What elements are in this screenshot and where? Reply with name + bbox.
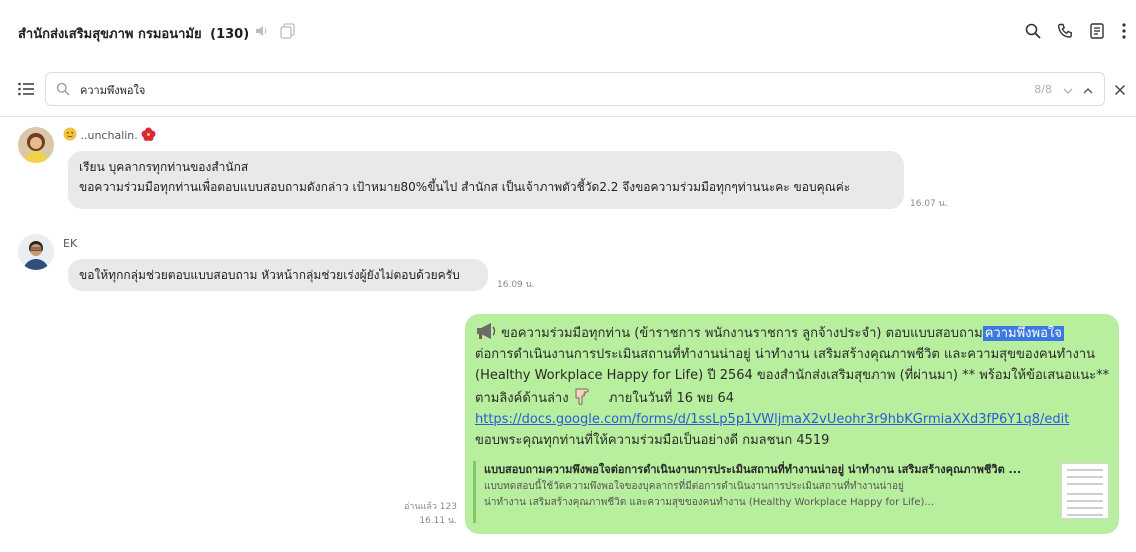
search-highlight: ความพึงพอใจ — [982, 326, 1064, 341]
notes-icon[interactable] — [1088, 22, 1106, 44]
close-icon[interactable] — [1114, 81, 1126, 100]
message-line: ขอให้ทุกกลุ่มช่วยตอบแบบสอบถาม หัวหน้ากลุ… — [79, 268, 460, 282]
read-status: อ่านแล้ว 123 — [403, 502, 457, 512]
message-time: 16.11 น. — [419, 516, 457, 526]
copy-icon[interactable] — [279, 22, 297, 44]
mute-icon[interactable] — [253, 22, 271, 44]
preview-description: น่าทำงาน เสริมสร้างคุณภาพชีวิต และความสุ… — [484, 497, 934, 508]
sender-emoji-icon — [63, 127, 81, 142]
chat-title[interactable]: สำนักส่งเสริมสุขภาพ กรมอนามัย (130) — [18, 23, 249, 44]
sender-name[interactable]: EK — [63, 237, 77, 250]
search-icon — [56, 81, 70, 100]
message-bubble[interactable]: เรียน บุคลากรทุกท่านของสำนักส ขอความร่วม… — [68, 151, 904, 209]
member-count: (130) — [210, 27, 250, 42]
message-search-bar: 8/8 — [0, 64, 1136, 117]
chat-name: สำนักส่งเสริมสุขภาพ กรมอนามัย — [18, 27, 202, 42]
preview-title: แบบสอบถามความพึงพอใจต่อการดำเนินงานการปร… — [484, 463, 1022, 476]
chat-header: สำนักส่งเสริมสุขภาพ กรมอนามัย (130) — [0, 0, 1136, 64]
search-field[interactable]: 8/8 — [45, 72, 1105, 106]
phone-icon[interactable] — [1056, 22, 1074, 44]
preview-thumbnail — [1061, 463, 1109, 519]
avatar[interactable] — [18, 234, 54, 270]
message-text: ตามลิงค์ด้านล่าง — [475, 391, 569, 406]
preview-description: แบบทดสอบนี้ใช้วัดความพึงพอใจของบุคลากรที… — [484, 481, 904, 492]
megaphone-icon — [475, 323, 501, 341]
form-link[interactable]: https://docs.google.com/forms/d/1ssLp5p1… — [475, 412, 1069, 427]
match-count: 8/8 — [1034, 83, 1052, 96]
read-receipt: อ่านแล้ว 123 16.11 น. — [404, 500, 457, 528]
avatar[interactable] — [18, 127, 54, 163]
sender-name[interactable]: ..unchalin. — [63, 127, 156, 142]
hibiscus-icon — [141, 127, 156, 142]
message-text: ขอบพระคุณทุกท่านที่ให้ความร่วมมือเป็นอย่… — [475, 433, 830, 448]
message-text: ต่อการดำเนินงานการประเมินสถานที่ทำงานน่า… — [475, 347, 1096, 362]
message-bubble[interactable]: ขอให้ทุกกลุ่มช่วยตอบแบบสอบถาม หัวหน้ากลุ… — [68, 259, 488, 291]
list-icon[interactable] — [18, 81, 34, 100]
link-preview-card[interactable]: แบบสอบถามความพึงพอใจต่อการดำเนินงานการปร… — [473, 461, 1111, 523]
message-text: (Healthy Workplace Happy for Life) ปี 25… — [475, 368, 1110, 383]
message-line: ขอความร่วมมือทุกท่านเพื่อตอบแบบสอบถามดัง… — [79, 180, 851, 194]
message-text: ภายในวันที่ 16 พย 64 — [608, 391, 735, 406]
chevron-down-icon[interactable] — [1062, 82, 1074, 101]
message-time: 16.07 น. — [910, 199, 948, 209]
message-text: ขอความร่วมมือทุกท่าน (ข้าราชการ พนักงานร… — [501, 326, 983, 341]
chevron-up-icon[interactable] — [1082, 82, 1094, 101]
search-input[interactable] — [78, 80, 982, 100]
search-icon[interactable] — [1024, 22, 1042, 44]
message-line: เรียน บุคลากรทุกท่านของสำนักส — [79, 160, 249, 174]
more-icon[interactable] — [1120, 22, 1128, 44]
pointing-down-icon — [573, 388, 601, 406]
outgoing-message-bubble[interactable]: ขอความร่วมมือทุกท่าน (ข้าราชการ พนักงานร… — [465, 314, 1119, 534]
message-time: 16.09 น. — [497, 280, 535, 290]
